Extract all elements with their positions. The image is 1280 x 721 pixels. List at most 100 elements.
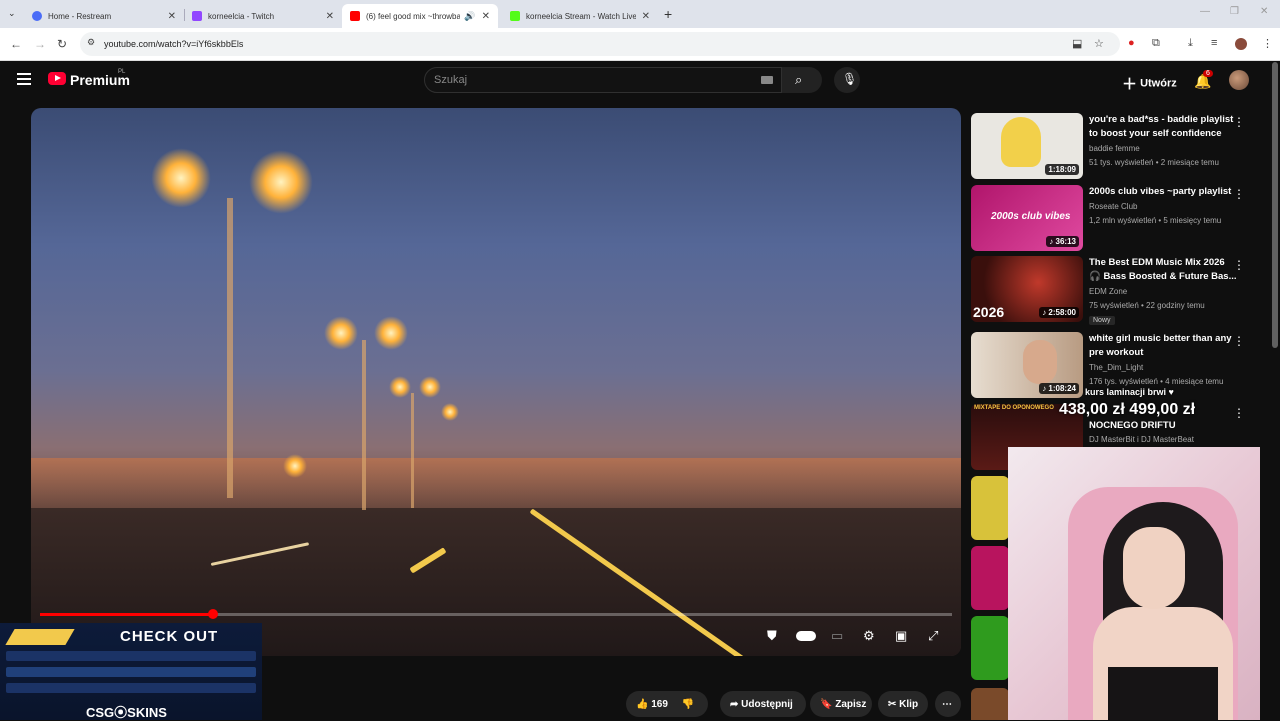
tab-kick[interactable]: korneelcia Stream - Watch Live ✕ xyxy=(502,4,658,28)
street-lamp xyxy=(389,376,411,398)
tab-search-icon[interactable]: ⌄ xyxy=(8,8,16,19)
close-window-icon[interactable]: ✕ xyxy=(1260,6,1268,17)
profile-avatar[interactable] xyxy=(1235,38,1247,50)
more-options-icon[interactable]: ⋮ xyxy=(1233,187,1245,201)
scissors-icon: ✂ xyxy=(888,698,897,710)
download-icon[interactable]: ⤓ xyxy=(1188,37,1193,50)
more-actions-button[interactable]: ⋯ xyxy=(935,691,961,717)
tab-youtube[interactable]: (6) feel good mix ~throwba 🔊 ✕ xyxy=(342,4,498,28)
video-thumbnail[interactable] xyxy=(971,546,1009,610)
new-tab-button[interactable]: + xyxy=(664,6,672,22)
video-thumbnail[interactable]: 1:18:09 xyxy=(971,113,1083,179)
channel-name[interactable]: DJ MasterBit i DJ MasterBeat xyxy=(1089,435,1194,444)
url-text[interactable]: youtube.com/watch?v=iYf6skbbEls xyxy=(104,39,243,49)
autoplay-toggle[interactable] xyxy=(796,631,816,641)
save-button[interactable]: 🔖 Zapisz xyxy=(810,691,872,717)
video-player[interactable] xyxy=(31,108,961,656)
sponsor-logo-text: CSG⦿SKINS xyxy=(86,705,167,720)
install-app-icon[interactable]: ⬓ xyxy=(1072,37,1082,50)
like-button[interactable]: 👍 169 xyxy=(636,699,668,710)
video-progress-bar[interactable] xyxy=(40,609,952,619)
video-horizon xyxy=(31,458,961,508)
search-button[interactable]: ⌕ xyxy=(782,67,822,93)
more-options-icon[interactable]: ⋮ xyxy=(1233,334,1245,348)
recommendation-item[interactable]: 1:18:09 you're a bad*ss - baddie playlis… xyxy=(971,113,1251,181)
youtube-logo-icon[interactable] xyxy=(48,72,66,85)
bookmark-star-icon[interactable]: ☆ xyxy=(1094,37,1104,50)
video-thumbnail[interactable]: ♪ 1:08:24 xyxy=(971,332,1083,398)
search-input[interactable] xyxy=(424,67,782,93)
keyboard-icon[interactable] xyxy=(761,76,773,84)
street-lamp xyxy=(324,316,358,350)
tab-twitch[interactable]: korneelcia - Twitch ✕ xyxy=(184,4,342,28)
duration-badge: ♪ 1:08:24 xyxy=(1039,383,1079,394)
video-title[interactable]: NOCNEGO DRIFTU xyxy=(1089,419,1237,433)
video-thumbnail[interactable] xyxy=(971,616,1009,680)
voice-search-button[interactable]: 🎙 xyxy=(834,67,860,93)
fullscreen-icon[interactable]: ⤢ xyxy=(928,628,938,644)
browser-menu-icon[interactable]: ⋮ xyxy=(1262,37,1273,50)
page-scrollbar[interactable] xyxy=(1272,62,1278,348)
maximize-icon[interactable]: ❐ xyxy=(1230,6,1239,17)
site-info-icon[interactable]: ⚙ xyxy=(87,37,95,48)
thumbs-down-icon: 👎 xyxy=(681,698,695,710)
channel-name[interactable]: Roseate Club xyxy=(1089,202,1137,211)
video-meta: 1,2 mln wyświetleń • 5 miesięcy temu xyxy=(1089,216,1222,225)
video-thumbnail[interactable] xyxy=(971,476,1009,540)
dislike-button[interactable]: 👎 xyxy=(682,699,694,710)
share-icon: ➦ xyxy=(730,698,739,710)
share-button[interactable]: ➦ Udostępnij xyxy=(720,691,806,717)
video-title[interactable]: white girl music better than any pre wor… xyxy=(1089,332,1237,360)
reload-icon[interactable]: ↻ xyxy=(57,37,67,51)
media-control-icon[interactable]: ≡ xyxy=(1211,37,1217,49)
subtitles-icon[interactable]: ▭ xyxy=(831,628,843,644)
back-icon[interactable]: ← xyxy=(10,37,22,51)
video-thumbnail[interactable]: 2000s club vibes ♪ 36:13 xyxy=(971,185,1083,251)
miniplayer-icon[interactable]: ▣ xyxy=(895,628,907,644)
microphone-icon: 🎙 xyxy=(842,72,858,86)
settings-gear-icon[interactable]: ⚙ xyxy=(863,628,875,644)
thumbnail-text: MIXTAPE DO OPONOWEGO xyxy=(974,405,1054,411)
close-icon[interactable]: ✕ xyxy=(482,11,490,22)
close-icon[interactable]: ✕ xyxy=(326,11,334,22)
more-options-icon[interactable]: ⋮ xyxy=(1233,258,1245,272)
sponsorblock-shield-icon[interactable]: ⛊ xyxy=(767,628,777,644)
street-pole xyxy=(411,393,414,508)
extension-icon[interactable]: ● xyxy=(1128,37,1135,49)
forward-icon[interactable]: → xyxy=(34,37,46,51)
hamburger-menu-icon[interactable] xyxy=(17,73,31,88)
account-avatar[interactable] xyxy=(1229,70,1249,90)
street-pole xyxy=(362,340,366,510)
streamer-webcam-overlay xyxy=(1008,447,1260,720)
search-placeholder: Szukaj xyxy=(434,74,468,86)
video-title[interactable]: 2000s club vibes ~party playlist xyxy=(1089,185,1237,199)
channel-name[interactable]: baddie femme xyxy=(1089,144,1140,153)
tab-restream[interactable]: Home - Restream ✕ xyxy=(24,4,184,28)
restream-icon xyxy=(32,11,42,21)
duration-badge: ♪ 2:58:00 xyxy=(1039,307,1079,318)
minimize-icon[interactable]: — xyxy=(1200,6,1210,17)
close-icon[interactable]: ✕ xyxy=(642,11,650,22)
thumbs-up-icon: 👍 xyxy=(636,698,649,710)
channel-name[interactable]: EDM Zone xyxy=(1089,287,1127,296)
street-lamp xyxy=(249,150,313,214)
channel-name[interactable]: The_Dim_Light xyxy=(1089,363,1143,372)
video-thumbnail[interactable]: 2026 ♪ 2:58:00 xyxy=(971,256,1083,322)
youtube-icon xyxy=(350,11,360,21)
recommendation-item[interactable]: 2026 ♪ 2:58:00 The Best EDM Music Mix 20… xyxy=(971,256,1251,325)
video-thumbnail[interactable] xyxy=(971,688,1009,720)
notification-count-badge: 6 xyxy=(1203,70,1213,77)
clip-button[interactable]: ✂ Klip xyxy=(878,691,928,717)
create-button[interactable]: ＋ Utwórz xyxy=(1122,73,1177,94)
duration-badge: ♪ 36:13 xyxy=(1046,236,1079,247)
video-title[interactable]: The Best EDM Music Mix 2026 🎧 Bass Boost… xyxy=(1089,256,1237,284)
extensions-puzzle-icon[interactable]: ⧉ xyxy=(1152,37,1160,50)
streamer-face xyxy=(1123,527,1185,609)
banner-accent xyxy=(5,629,75,645)
more-options-icon[interactable]: ⋮ xyxy=(1233,406,1245,420)
recommendation-item[interactable]: 2000s club vibes ♪ 36:13 2000s club vibe… xyxy=(971,185,1251,253)
video-title[interactable]: you're a bad*ss - baddie playlist to boo… xyxy=(1089,113,1237,141)
more-options-icon[interactable]: ⋮ xyxy=(1233,115,1245,129)
close-icon[interactable]: ✕ xyxy=(168,11,176,22)
audio-playing-icon[interactable]: 🔊 xyxy=(464,11,475,22)
